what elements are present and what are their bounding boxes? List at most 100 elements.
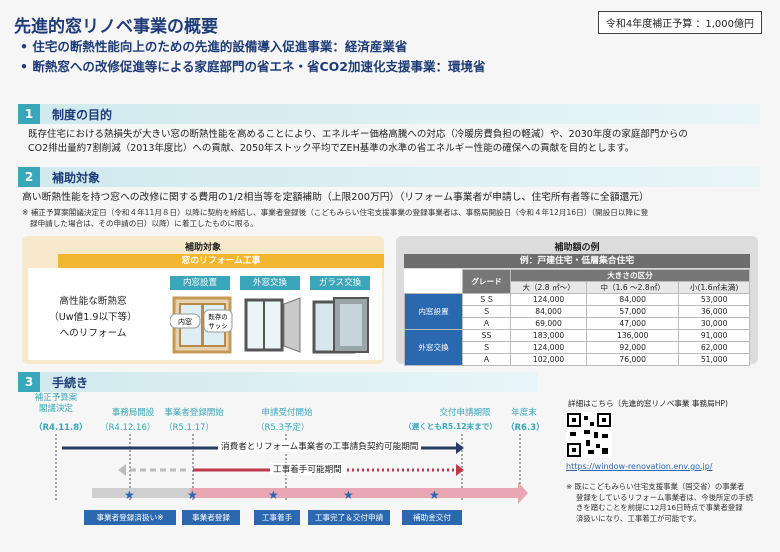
cell: 84,000 [586, 293, 680, 306]
grade-header: グレード [462, 269, 511, 294]
cell: Ｓ [462, 305, 511, 318]
note-line-2: 録申請した場合は、その申請の日）以降）に着工したものに限る。 [30, 219, 258, 228]
amount-table: グレード 大きさの区分 大（2.8 ㎡〜） 中（1.6 〜2.8㎡） 小(1.6… [404, 269, 750, 366]
cell: 62,000 [678, 341, 750, 354]
cell: Ａ [462, 353, 511, 366]
cell: 136,000 [586, 329, 680, 342]
cell: Ｓ [462, 341, 511, 354]
desc-line-2: （Uw値1.9以下等） [49, 312, 137, 323]
milestone-budget: 補正予算案 閣議決定 [26, 393, 86, 415]
details-text: 詳細はこちら（先進的窓リノベ事業 事務局HP) [568, 399, 728, 408]
glass-illustration [312, 297, 369, 354]
tag-outer-window: 外窓交換 [240, 276, 300, 290]
tag-glass: ガラス交換 [310, 276, 370, 290]
target-panel-body: 高性能な断熱窓 （Uw値1.9以下等） へのリフォーム 内窓設置 外窓交換 ガラ… [28, 268, 382, 360]
cell: 30,000 [678, 317, 750, 330]
step-completion-application: 工事完了＆交付申請 [308, 510, 390, 525]
table-row: 内窓設置 ＳＳ 124,000 84,000 53,000 [404, 293, 750, 330]
purpose-text: 既存住宅における熱損失が大きい窓の断熱性能を高めることにより、エネルギー価格高騰… [28, 128, 768, 156]
section-number: 3 [18, 372, 40, 392]
purpose-line-2: CO2排出量約7割削減（2013年度比）への貢献、2050年ストック平均でZEH… [28, 143, 635, 154]
star-icon: ★ [343, 488, 354, 502]
table-corner-2 [404, 281, 463, 294]
col-medium: 中（1.6 〜2.8㎡） [586, 281, 680, 294]
cell: 69,000 [509, 317, 588, 330]
step-grant: 補助金交付 [402, 510, 462, 525]
cell: 53,000 [678, 293, 750, 306]
bullet-moe: • 断熱窓への改修促進等による家庭部門の省エネ・省CO2加速化支援事業：環境省 [20, 59, 486, 74]
step-registration: 事業者登録 [182, 510, 240, 525]
budget-box: 令和4年度補正予算 ：1,000億円 [597, 11, 762, 34]
section-number: 2 [18, 167, 40, 187]
milestone-deadline: 交付申請期限 [439, 408, 491, 418]
star-icon: ★ [429, 488, 440, 502]
inner-window-text: 内窓 [178, 317, 192, 326]
section-bar-procedure: 3 手続き [18, 372, 538, 392]
cell: SS [462, 329, 511, 342]
footnote-line: ※ 既にこどもみらい住宅支援事業（国交省）の事業者 [566, 482, 745, 491]
target-description: 高性能な断熱窓 （Uw値1.9以下等） へのリフォーム [34, 294, 152, 342]
star-icon: ★ [187, 488, 198, 502]
target-panel-heading: 補助対象 [184, 243, 221, 253]
site-link[interactable]: https://window-renovation.env.go.jp/ [566, 462, 712, 471]
col-small: 小(1.6㎡未満) [678, 281, 750, 294]
group-outer: 外窓交換 [404, 329, 463, 366]
cell: 124,000 [509, 341, 588, 354]
cell: Ａ [462, 317, 511, 330]
amount-panel: 補助額の例 例：戸建住宅・低層集合住宅 グレード 大きさの区分 大（2.8 ㎡〜… [396, 236, 758, 366]
section-heading: 手続き [52, 376, 89, 390]
cell: 183,000 [509, 329, 588, 342]
window-reform-banner: 窓のリフォーム工事 [58, 254, 384, 268]
sash-text: サッシ [208, 322, 228, 330]
cell: 91,000 [678, 329, 750, 342]
footnote: ※ 既にこどもみらい住宅支援事業（国交省）の事業者 登録をしているリフォーム事業… [566, 482, 766, 524]
contract-period-label: 消費者とリフォーム事業者の工事請負契約可能期間 [218, 440, 422, 452]
section-heading: 補助対象 [52, 171, 101, 185]
amount-panel-sub: 例：戸建住宅・低層集合住宅 [404, 254, 750, 268]
desc-line-3: へのリフォーム [59, 328, 127, 339]
table-corner [404, 269, 463, 282]
cell: 51,000 [678, 353, 750, 366]
subsidy-text: 高い断熱性能を持つ窓への改修に関する費用の1/2相当等を定額補助（上限200万円… [22, 192, 649, 203]
col-large: 大（2.8 ㎡〜） [509, 281, 588, 294]
page: 先進的窓リノベ事業の概要 • 住宅の断熱性能向上のための先進的設備導入促進事業：… [0, 0, 780, 552]
amount-table-wrap: グレード 大きさの区分 大（2.8 ㎡〜） 中（1.6 〜2.8㎡） 小(1.6… [404, 269, 750, 366]
desc-line-1: 高性能な断熱窓 [59, 296, 127, 307]
amount-panel-heading: 補助額の例 [554, 243, 600, 253]
outer-window-illustration [244, 297, 301, 353]
cell: 36,000 [678, 305, 750, 318]
target-panel: 補助対象 窓のリフォーム工事 高性能な断熱窓 （Uw値1.9以下等） へのリフォ… [22, 236, 384, 364]
milestone-fiscal-end: 年度末 [511, 408, 537, 418]
cell: 76,000 [586, 353, 680, 366]
cell: 84,000 [509, 305, 588, 318]
section-bar-purpose: 1 制度の目的 [18, 104, 760, 124]
table-row: 外窓交換 SS 183,000 136,000 91,000 [404, 329, 750, 366]
step-work-start: 工事着手 [254, 510, 300, 525]
milestone-label: 補正予算案 閣議決定 [34, 393, 78, 414]
existing-text: 既存の [208, 312, 228, 321]
subsidy-note: ※ 補正予算案閣議決定日（令和４年11月８日）以降に契約を締結し、事業者登録後（… [22, 207, 762, 229]
cell: 124,000 [509, 293, 588, 306]
cell: ＳＳ [462, 293, 511, 306]
step-registered-treatment: 事業者登録済扱い※ [84, 510, 176, 525]
purpose-line-1: 既存住宅における熱損失が大きい窓の断熱性能を高めることにより、エネルギー価格高騰… [28, 129, 688, 140]
work-period-label: 工事着手可能期間 [270, 463, 345, 475]
cell: 92,000 [586, 341, 680, 354]
cell: 102,000 [509, 353, 588, 366]
footnote-line: きを踏むことを前提に12月16日時点で事業者登録 [576, 503, 743, 512]
milestone-registration: 事業者登録開始 [164, 408, 224, 418]
section-bar-target: 2 補助対象 [18, 167, 760, 187]
milestone-acceptance: 申請受付開始 [261, 408, 313, 418]
qr-code-icon [566, 412, 612, 458]
note-line-1: ※ 補正予算案閣議決定日（令和４年11月８日）以降に契約を締結し、事業者登録後（… [22, 208, 649, 217]
milestone-office: 事務局開設 [111, 408, 155, 418]
cell: 57,000 [586, 305, 680, 318]
tag-inner-window: 内窓設置 [170, 276, 230, 290]
cell: 47,000 [586, 317, 680, 330]
section-heading: 制度の目的 [52, 108, 113, 122]
section-number: 1 [18, 104, 40, 124]
star-icon: ★ [268, 488, 279, 502]
bullet-meti: • 住宅の断熱性能向上のための先進的設備導入促進事業：経済産業省 [20, 39, 408, 54]
footnote-line: 済扱いになり、工事着工が可能です。 [576, 513, 701, 523]
page-title: 先進的窓リノベ事業の概要 [14, 17, 218, 37]
